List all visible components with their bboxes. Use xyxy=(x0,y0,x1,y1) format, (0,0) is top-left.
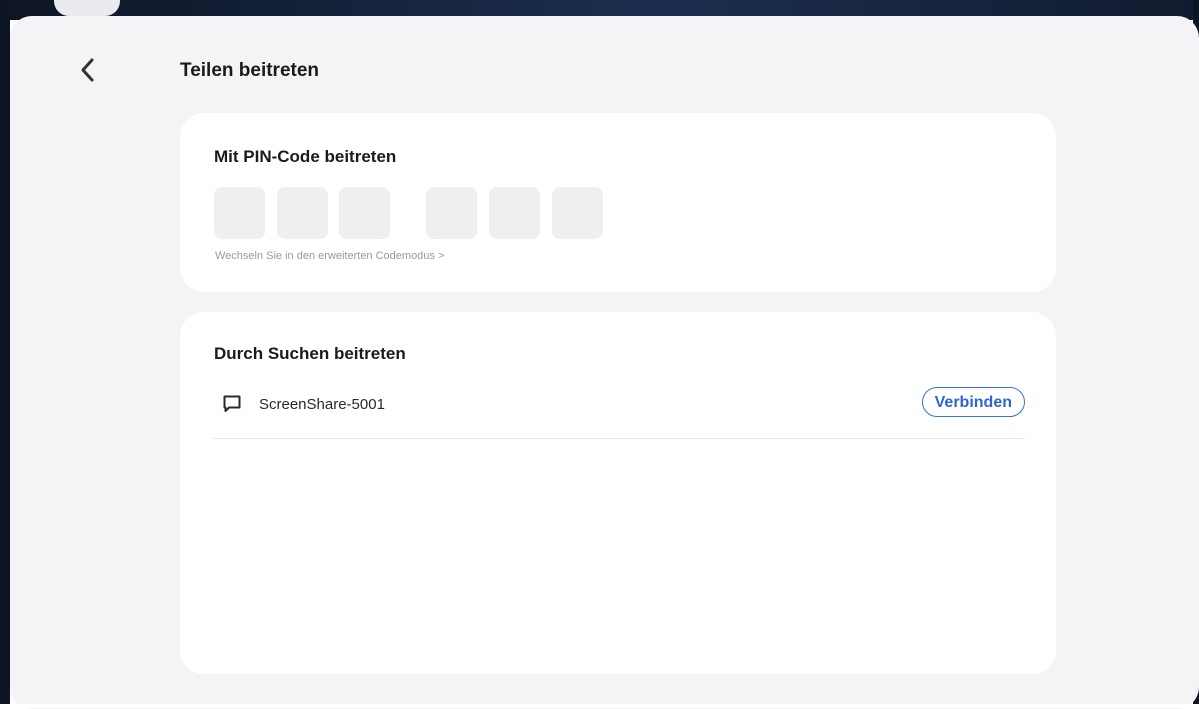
device-name: ScreenShare-5001 xyxy=(259,396,385,413)
search-join-card: Durch Suchen beitreten ScreenShare-5001 … xyxy=(180,312,1056,674)
pin-digit-1[interactable] xyxy=(214,187,265,239)
pin-digit-2[interactable] xyxy=(277,187,328,239)
device-list-item[interactable]: ScreenShare-5001 Verbinden xyxy=(213,384,1025,439)
chevron-left-icon xyxy=(81,58,94,82)
page-title: Teilen beitreten xyxy=(180,60,320,81)
pin-digit-5[interactable] xyxy=(489,187,540,239)
screen-share-icon xyxy=(221,393,243,415)
background-edge-left xyxy=(0,0,10,708)
back-button[interactable] xyxy=(70,52,106,88)
background-tab-pill xyxy=(54,0,120,16)
bottom-edge xyxy=(0,704,1199,708)
pin-code-card: Mit PIN-Code beitreten Wechseln Sie in d… xyxy=(180,113,1056,292)
advanced-code-mode-link[interactable]: Wechseln Sie in den erweiterten Codemodu… xyxy=(215,250,444,262)
pin-digit-3[interactable] xyxy=(339,187,390,239)
pin-digit-6[interactable] xyxy=(552,187,603,239)
search-section-title: Durch Suchen beitreten xyxy=(214,344,406,363)
pin-section-title: Mit PIN-Code beitreten xyxy=(214,147,397,166)
pin-digit-4[interactable] xyxy=(426,187,477,239)
connect-button[interactable]: Verbinden xyxy=(921,387,1025,417)
